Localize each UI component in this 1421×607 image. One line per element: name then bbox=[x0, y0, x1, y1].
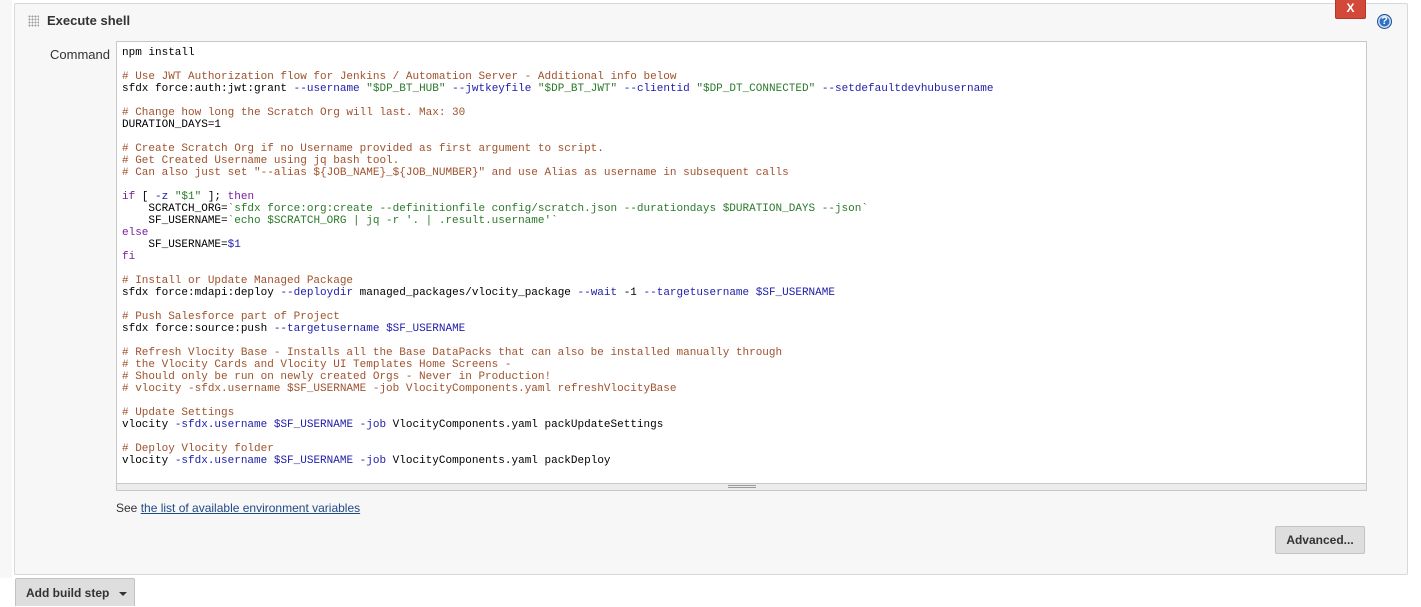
resize-grip-icon bbox=[728, 485, 756, 488]
command-code: npm install # Use JWT Authorization flow … bbox=[117, 42, 1366, 467]
add-build-step-button[interactable]: Add build step bbox=[15, 578, 135, 606]
code-line: sfdx force:mdapi:deploy --deploydir mana… bbox=[122, 287, 835, 299]
code-line: vlocity -sfdx.username $SF_USERNAME -job… bbox=[122, 419, 664, 431]
code-line: # Use JWT Authorization flow for Jenkins… bbox=[122, 71, 677, 83]
code-line: # Deploy Vlocity folder bbox=[122, 443, 274, 455]
step-title: Execute shell bbox=[47, 13, 131, 28]
code-line: # Should only be run on newly created Or… bbox=[122, 371, 552, 383]
code-line: # Refresh Vlocity Base - Installs all th… bbox=[122, 347, 783, 359]
code-line: else bbox=[122, 227, 149, 239]
env-vars-prefix: See bbox=[116, 501, 141, 515]
command-editor[interactable]: npm install # Use JWT Authorization flow … bbox=[116, 41, 1367, 484]
code-line: if [ -z "$1" ]; then bbox=[122, 191, 255, 203]
code-line: # Get Created Username using jq bash too… bbox=[122, 155, 400, 167]
code-line: # Install or Update Managed Package bbox=[122, 275, 354, 287]
page-left-strip bbox=[0, 0, 12, 578]
delete-step-button[interactable]: X bbox=[1335, 0, 1366, 19]
code-line: # the Vlocity Cards and Vlocity UI Templ… bbox=[122, 359, 512, 371]
editor-resize-handle[interactable] bbox=[116, 484, 1367, 491]
advanced-button[interactable]: Advanced... bbox=[1275, 526, 1365, 554]
code-line: # Change how long the Scratch Org will l… bbox=[122, 107, 466, 119]
env-vars-link[interactable]: the list of available environment variab… bbox=[141, 501, 360, 515]
help-icon[interactable]: ? bbox=[1377, 14, 1392, 29]
code-line: SF_USERNAME=$1 bbox=[122, 239, 241, 251]
code-line: # Create Scratch Org if no Username prov… bbox=[122, 143, 604, 155]
code-line: vlocity -sfdx.username $SF_USERNAME -job… bbox=[122, 455, 611, 467]
code-line: DURATION_DAYS=1 bbox=[122, 119, 222, 131]
code-line: sfdx force:source:push --targetusername … bbox=[122, 323, 466, 335]
code-line: sfdx force:auth:jwt:grant --username "$D… bbox=[122, 83, 994, 95]
code-line: SF_USERNAME=`echo $SCRATCH_ORG | jq -r '… bbox=[122, 215, 558, 227]
command-label: Command bbox=[50, 47, 110, 62]
code-line: npm install bbox=[122, 47, 195, 59]
drag-handle-icon[interactable] bbox=[28, 15, 39, 27]
code-line: # Update Settings bbox=[122, 407, 235, 419]
env-vars-hint: See the list of available environment va… bbox=[116, 501, 360, 515]
code-line: # vlocity -sfdx.username $SF_USERNAME -j… bbox=[122, 383, 677, 395]
code-line: SCRATCH_ORG=`sfdx force:org:create --def… bbox=[122, 203, 868, 215]
dropdown-caret-icon bbox=[119, 592, 127, 596]
code-line: # Can also just set "--alias ${JOB_NAME}… bbox=[122, 167, 789, 179]
add-build-step-label: Add build step bbox=[26, 586, 110, 600]
code-line: # Push Salesforce part of Project bbox=[122, 311, 340, 323]
code-line: fi bbox=[122, 251, 136, 263]
